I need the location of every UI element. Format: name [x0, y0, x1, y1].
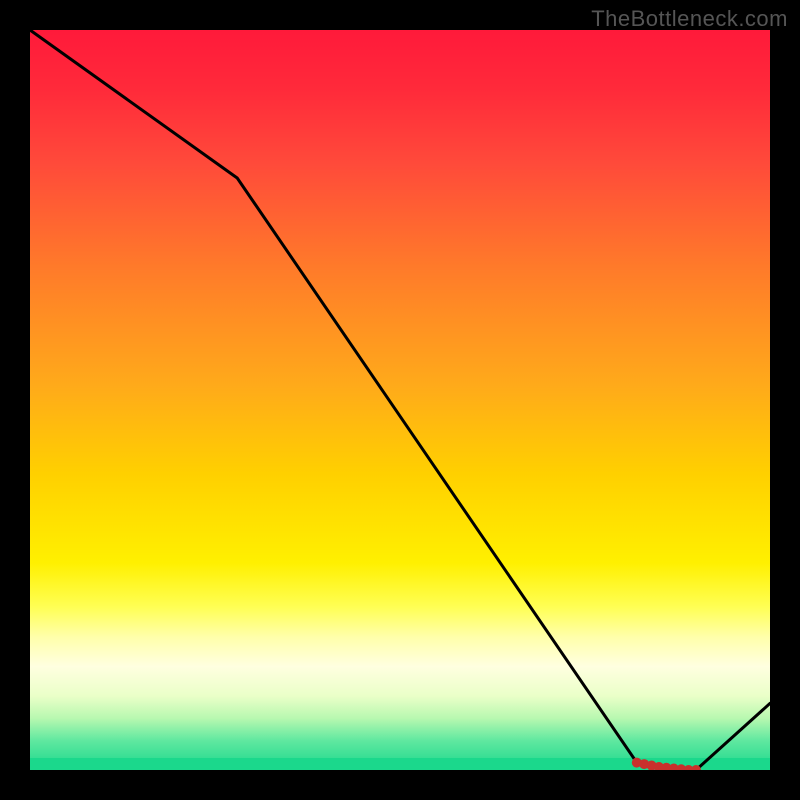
watermark-text: TheBottleneck.com [591, 6, 788, 32]
chart-marker-group [632, 758, 701, 770]
chart-main-line [30, 30, 770, 770]
chart-line-layer [30, 30, 770, 770]
chart-plot-area [30, 30, 770, 770]
